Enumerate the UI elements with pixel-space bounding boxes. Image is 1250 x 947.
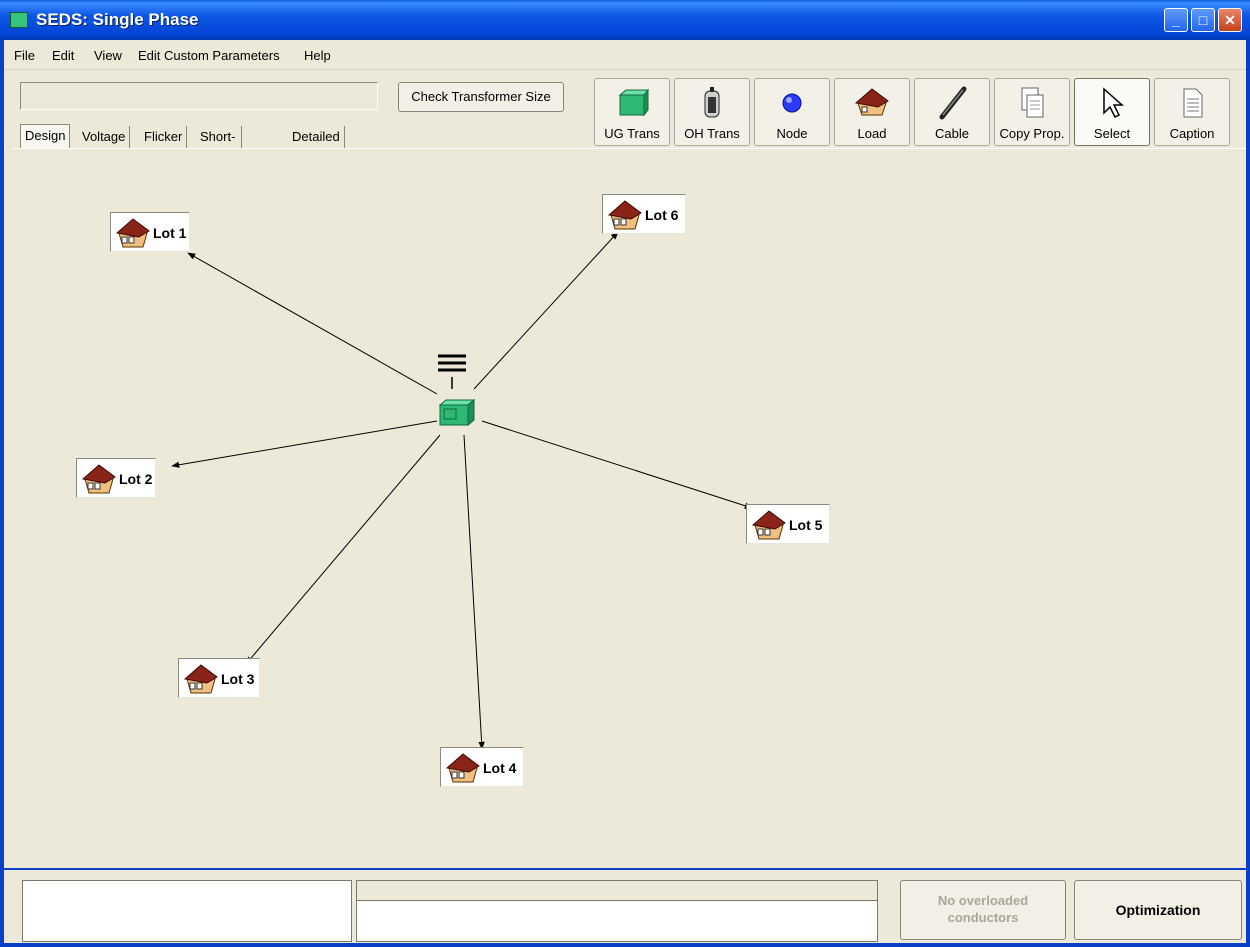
- cable-to-lot-4[interactable]: [463, 434, 485, 750]
- lot-label: Lot 5: [789, 517, 823, 533]
- title-bar[interactable]: SEDS: Single Phase _ □ ✕: [0, 0, 1250, 40]
- house-icon: [445, 753, 480, 783]
- ug-trans-label: UG Trans: [604, 126, 660, 141]
- lot-label: Lot 3: [221, 671, 255, 687]
- cable-to-lot-6[interactable]: [473, 231, 619, 390]
- house-icon: [183, 664, 218, 694]
- lot-label: Lot 2: [119, 471, 153, 487]
- house-icon: [854, 88, 889, 116]
- client-area: File Edit View Edit Custom Parameters He…: [4, 40, 1246, 943]
- design-canvas[interactable]: Lot 1 Lot 2 Lot 3 Lot 4 Lot 5 Lot 6: [12, 148, 1246, 868]
- load-button[interactable]: Load: [834, 78, 910, 146]
- cable-to-lot-5[interactable]: [481, 420, 753, 509]
- oh-transformer-icon: [704, 87, 720, 118]
- transformer-icon[interactable]: [438, 398, 476, 427]
- load-lot-5[interactable]: Lot 5: [746, 504, 830, 544]
- tab-flicker[interactable]: Flicker: [140, 126, 188, 150]
- select-label: Select: [1093, 126, 1131, 141]
- menu-bar: File Edit View Edit Custom Parameters He…: [4, 40, 1246, 70]
- cable-to-lot-1[interactable]: [187, 252, 438, 395]
- lot-label: Lot 1: [153, 225, 187, 241]
- node-icon: [782, 93, 802, 113]
- tab-short-circuit[interactable]: Short-Circuit: [196, 126, 242, 166]
- network-diagram: [171, 231, 753, 750]
- tab-voltage[interactable]: Voltage: [78, 126, 131, 150]
- cable-button[interactable]: Cable: [914, 78, 990, 146]
- ug-transformer-icon: [618, 88, 650, 117]
- oh-trans-label: OH Trans: [684, 126, 740, 141]
- load-label: Load: [857, 126, 887, 141]
- status-field: [20, 82, 378, 110]
- menu-help[interactable]: Help: [304, 48, 331, 63]
- supply-bus-symbol: [438, 354, 466, 389]
- load-lot-4[interactable]: Lot 4: [440, 747, 524, 787]
- close-button[interactable]: ✕: [1218, 8, 1242, 32]
- caption-button[interactable]: Caption: [1154, 78, 1230, 146]
- optimization-button[interactable]: Optimization: [1074, 880, 1242, 940]
- toolbar: UG Trans OH Trans Node Load Cable Copy P…: [594, 78, 1232, 146]
- menu-view[interactable]: View: [94, 48, 122, 63]
- minimize-button[interactable]: _: [1164, 8, 1188, 32]
- house-icon: [81, 464, 116, 494]
- app-icon: [10, 12, 28, 28]
- caption-icon: [1183, 88, 1203, 118]
- copy-prop-button[interactable]: Copy Prop.: [994, 78, 1070, 146]
- cable-to-lot-3[interactable]: [245, 434, 441, 665]
- overloaded-conductors-button[interactable]: No overloaded conductors: [900, 880, 1066, 940]
- house-icon: [607, 200, 642, 230]
- cable-icon: [939, 86, 967, 120]
- house-icon: [751, 510, 786, 540]
- message-box-left: [22, 880, 352, 942]
- check-transformer-size-button[interactable]: Check Transformer Size: [398, 82, 564, 112]
- cable-to-lot-2[interactable]: [171, 420, 438, 468]
- tab-detailed-results[interactable]: Detailed Results: [288, 126, 345, 166]
- window-title: SEDS: Single Phase: [36, 10, 199, 29]
- menu-file[interactable]: File: [14, 48, 35, 63]
- progress-bar: [357, 881, 877, 901]
- load-lot-1[interactable]: Lot 1: [110, 212, 190, 252]
- menu-edit-custom-parameters[interactable]: Edit Custom Parameters: [138, 48, 280, 63]
- tab-design[interactable]: Design: [20, 124, 71, 151]
- house-icon: [115, 218, 150, 248]
- application-window: SEDS: Single Phase _ □ ✕ File Edit View …: [0, 0, 1250, 947]
- select-button[interactable]: Select: [1074, 78, 1150, 146]
- load-lot-3[interactable]: Lot 3: [178, 658, 260, 698]
- oh-trans-button[interactable]: OH Trans: [674, 78, 750, 146]
- cable-label: Cable: [935, 126, 969, 141]
- bottom-panel: No overloaded conductors Optimization: [4, 868, 1246, 943]
- node-label: Node: [776, 126, 808, 141]
- cursor-icon: [1103, 87, 1124, 119]
- load-lot-2[interactable]: Lot 2: [76, 458, 156, 498]
- copy-icon: [1021, 87, 1044, 118]
- caption-label: Caption: [1169, 126, 1215, 141]
- copy-prop-label: Copy Prop.: [999, 126, 1065, 141]
- maximize-button[interactable]: □: [1191, 8, 1215, 32]
- message-box-middle: [356, 880, 878, 942]
- lot-label: Lot 4: [483, 760, 517, 776]
- ug-trans-button[interactable]: UG Trans: [594, 78, 670, 146]
- menu-edit[interactable]: Edit: [52, 48, 74, 63]
- node-button[interactable]: Node: [754, 78, 830, 146]
- load-lot-6[interactable]: Lot 6: [602, 194, 686, 234]
- lot-label: Lot 6: [645, 207, 679, 223]
